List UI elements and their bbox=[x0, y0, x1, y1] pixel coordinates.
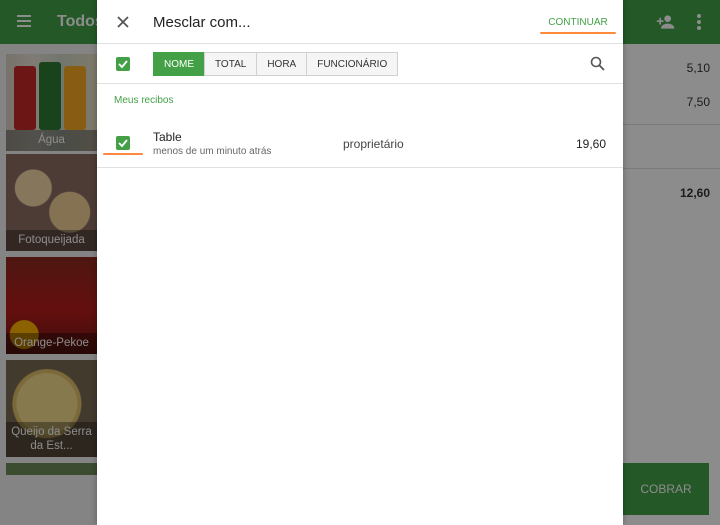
sort-by-time-button[interactable]: HORA bbox=[256, 52, 308, 76]
check-icon bbox=[118, 60, 128, 69]
receipt-checkbox[interactable] bbox=[116, 136, 130, 150]
close-icon[interactable] bbox=[116, 15, 130, 29]
sort-by-total-button[interactable]: TOTAL bbox=[204, 52, 258, 76]
merge-dialog: Mesclar com... CONTINUAR NOME TOTAL HORA… bbox=[97, 0, 623, 525]
search-icon[interactable] bbox=[590, 56, 605, 71]
checkbox-highlight bbox=[103, 153, 143, 155]
receipt-row[interactable]: Table menos de um minuto atrás proprietá… bbox=[97, 118, 623, 168]
receipt-time: menos de um minuto atrás bbox=[153, 146, 272, 157]
check-icon bbox=[118, 139, 128, 148]
continue-highlight bbox=[540, 32, 616, 34]
receipt-amount: 19,60 bbox=[575, 137, 606, 151]
sort-by-employee-button[interactable]: FUNCIONÁRIO bbox=[306, 52, 399, 76]
receipt-name: Table bbox=[153, 130, 182, 144]
sort-segmented-control: NOME TOTAL HORA FUNCIONÁRIO bbox=[153, 52, 399, 76]
select-all-checkbox[interactable] bbox=[116, 57, 130, 71]
dialog-header: Mesclar com... CONTINUAR bbox=[97, 0, 623, 44]
sort-by-name-button[interactable]: NOME bbox=[153, 52, 205, 76]
sort-filter-bar: NOME TOTAL HORA FUNCIONÁRIO bbox=[97, 44, 623, 84]
dialog-title: Mesclar com... bbox=[153, 14, 251, 31]
receipt-owner: proprietário bbox=[343, 137, 404, 151]
section-heading: Meus recibos bbox=[114, 95, 174, 106]
